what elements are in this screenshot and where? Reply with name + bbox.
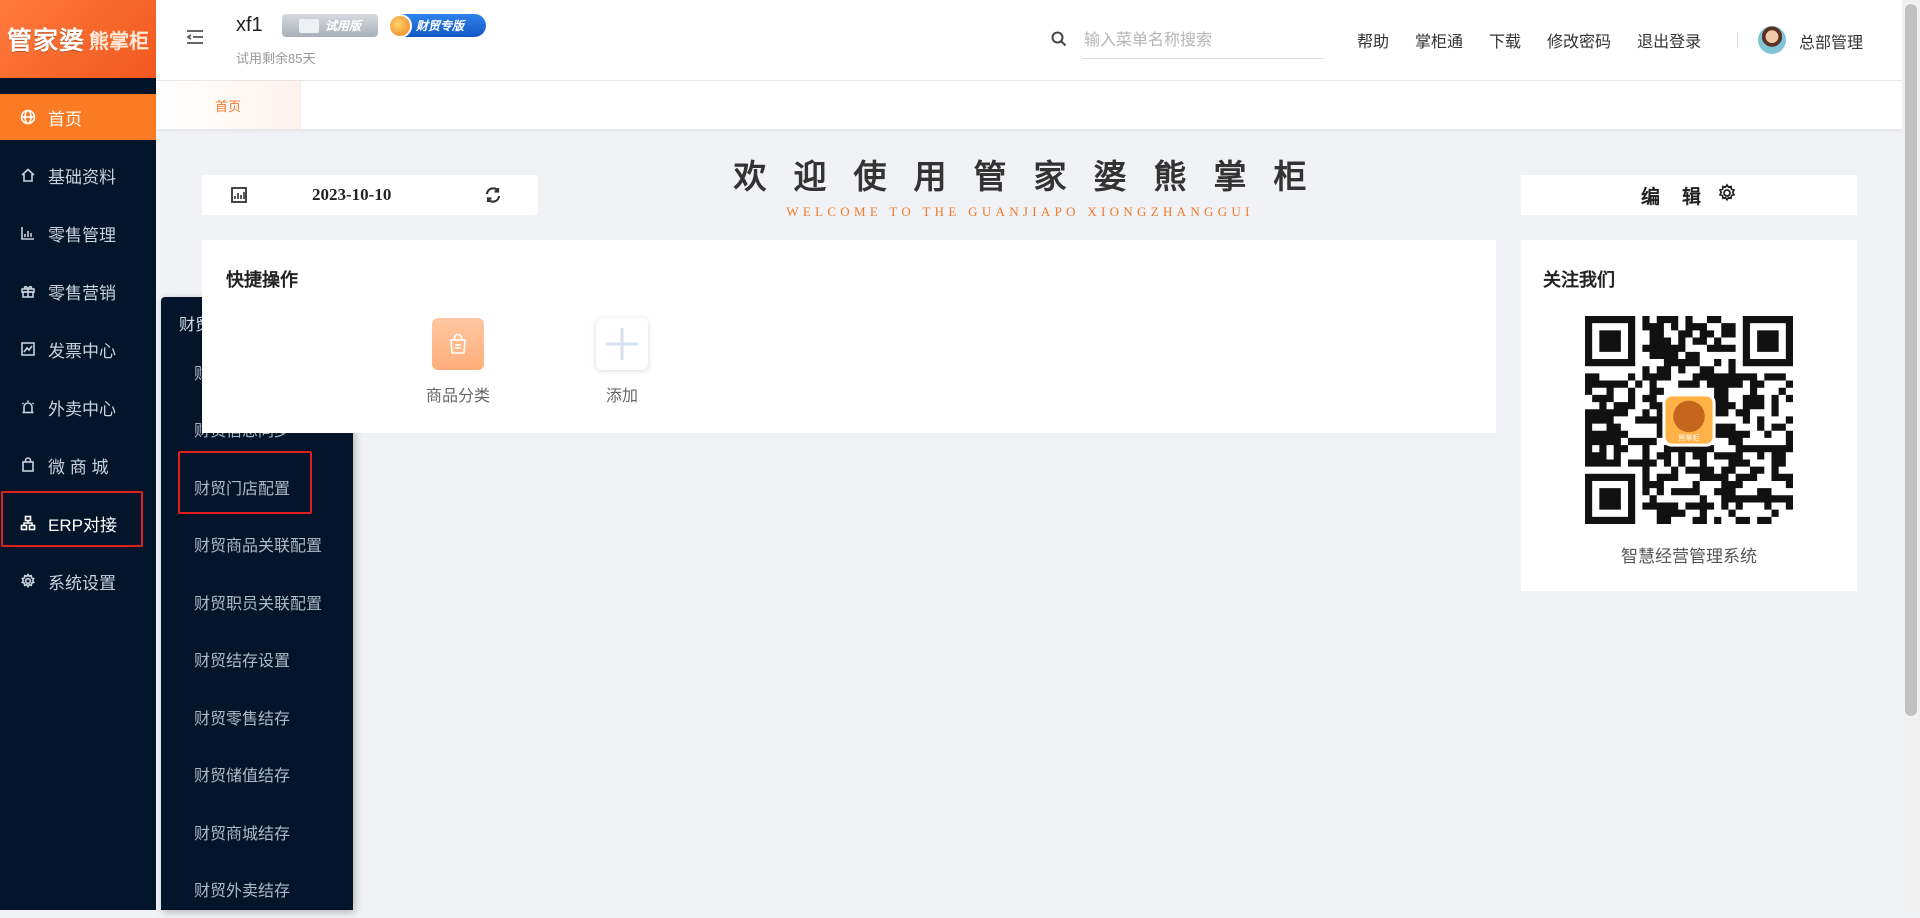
refresh-icon[interactable] <box>484 186 502 204</box>
submenu-item-retail-balance[interactable]: 财贸零售结存 <box>161 688 353 746</box>
page-scrollbar[interactable] <box>1902 0 1920 910</box>
quick-action-label: 添加 <box>580 382 664 406</box>
tab-home[interactable]: 首页 <box>156 81 301 129</box>
globe-badge-icon <box>388 14 412 38</box>
menu-toggle-icon[interactable] <box>184 26 206 48</box>
quick-action-label: 商品分类 <box>416 382 500 406</box>
qr-logo-label: 熊掌柜 <box>1679 433 1700 442</box>
avatar[interactable] <box>1758 26 1786 54</box>
header-links: 帮助 掌柜通 下载 修改密码 退出登录 <box>1357 28 1701 52</box>
submenu-item-product-mapping[interactable]: 财贸商品关联配置 <box>161 516 353 574</box>
gear-icon <box>18 571 38 591</box>
brand-name: 管家婆 <box>7 21 85 57</box>
help-link[interactable]: 帮助 <box>1357 28 1389 52</box>
edit-button[interactable]: 编辑 <box>1521 175 1857 215</box>
brand-logo[interactable]: 管家婆 熊掌柜 <box>0 0 156 78</box>
bag-icon <box>18 455 38 475</box>
scrollbar-thumb[interactable] <box>1905 4 1917 716</box>
sidebar-item-takeaway-center[interactable]: 外卖中心 <box>0 384 156 430</box>
trial-badge-label: 试用版 <box>325 17 361 34</box>
sidebar-item-basic-data[interactable]: 基础资料 <box>0 152 156 198</box>
sidebar-item-erp[interactable]: ERP对接 <box>0 500 156 546</box>
follow-us-card: 关注我们 熊掌柜 智慧经营管理系统 <box>1521 240 1857 591</box>
sidebar-item-system-settings[interactable]: 系统设置 <box>0 558 156 604</box>
sidebar-item-home[interactable]: 首页 <box>0 94 156 140</box>
logout-link[interactable]: 退出登录 <box>1637 28 1701 52</box>
submenu-item-takeaway-balance[interactable]: 财贸外卖结存 <box>161 861 353 918</box>
welcome-subtitle: WELCOME TO THE GUANJIAPO XIONGZHANGGUI <box>700 204 1340 220</box>
pro-badge-label: 财贸专版 <box>416 17 464 34</box>
top-header: xf1 试用版 财贸专版 试用剩余85天 帮助 掌柜通 下载 修改密码 退出登录… <box>156 0 1902 81</box>
follow-us-title: 关注我们 <box>1543 266 1615 292</box>
welcome-banner: 欢迎使用管家婆熊掌柜 WELCOME TO THE GUANJIAPO XION… <box>700 150 1340 220</box>
quick-action-product-category[interactable]: 商品分类 <box>416 318 500 406</box>
qr-code[interactable]: 熊掌柜 <box>1585 316 1793 524</box>
search-icon[interactable] <box>1050 30 1068 48</box>
welcome-title: 欢迎使用管家婆熊掌柜 <box>700 150 1367 198</box>
plus-icon <box>596 318 648 370</box>
chart-calendar-icon[interactable] <box>230 186 248 204</box>
zhangguitong-link[interactable]: 掌柜通 <box>1415 28 1463 52</box>
home-icon <box>18 165 38 185</box>
gear-icon <box>1717 183 1737 208</box>
globe-icon <box>18 107 38 127</box>
submenu-item-store-config[interactable]: 财贸门店配置 <box>161 458 353 516</box>
quick-actions-card: 快捷操作 商品分类 添加 <box>202 240 1496 433</box>
menu-search-input[interactable] <box>1082 24 1324 59</box>
quick-actions-title: 快捷操作 <box>226 266 298 292</box>
current-date[interactable]: 2023-10-10 <box>312 185 391 205</box>
trial-badge: 试用版 <box>282 14 378 37</box>
sidebar-item-retail-marketing[interactable]: 零售营销 <box>0 268 156 314</box>
sidebar-item-label: 基础资料 <box>48 163 116 188</box>
user-name[interactable]: 总部管理 <box>1799 29 1863 53</box>
sidebar-item-micro-mall[interactable]: 微 商 城 <box>0 442 156 488</box>
sidebar-item-label: 微 商 城 <box>48 453 108 478</box>
edit-label: 编辑 <box>1641 182 1723 209</box>
trend-chart-icon <box>18 339 38 359</box>
pro-edition-badge: 财贸专版 <box>390 14 486 37</box>
sidebar-nav: 首页 基础资料 零售管理 零售营销 发票中心 外卖中心 微 商 城 ERP对接 <box>0 94 156 604</box>
tabs-bar: 首页 <box>156 81 1902 129</box>
sidebar-item-label: 外卖中心 <box>48 395 116 420</box>
trial-remaining: 试用剩余85天 <box>236 48 315 67</box>
quick-action-add[interactable]: 添加 <box>580 318 664 406</box>
sidebar-item-retail-management[interactable]: 零售管理 <box>0 210 156 256</box>
bar-chart-icon <box>18 223 38 243</box>
alarm-icon <box>18 397 38 417</box>
sidebar-item-label: 零售管理 <box>48 221 116 246</box>
header-divider <box>1737 32 1738 48</box>
change-password-link[interactable]: 修改密码 <box>1547 28 1611 52</box>
submenu-item-stored-value-balance[interactable]: 财贸储值结存 <box>161 746 353 804</box>
sidebar-item-invoice-center[interactable]: 发票中心 <box>0 326 156 372</box>
download-link[interactable]: 下载 <box>1489 28 1521 52</box>
brand-subname: 熊掌柜 <box>89 25 149 54</box>
sidebar-item-label: 系统设置 <box>48 569 116 594</box>
sidebar-item-label: 首页 <box>48 105 82 130</box>
sidebar-item-label: 零售营销 <box>48 279 116 304</box>
shopping-bag-icon <box>432 318 484 370</box>
qr-caption: 智慧经营管理系统 <box>1521 542 1857 567</box>
company-name: xf1 <box>236 14 263 37</box>
date-card: 2023-10-10 <box>202 175 538 215</box>
submenu-item-balance-settings[interactable]: 财贸结存设置 <box>161 631 353 689</box>
sidebar-item-label: 发票中心 <box>48 337 116 362</box>
sidebar-item-label: ERP对接 <box>48 511 117 536</box>
submenu-item-staff-mapping[interactable]: 财贸职员关联配置 <box>161 573 353 631</box>
sitemap-icon <box>18 513 38 533</box>
gift-icon <box>18 281 38 301</box>
monitor-icon <box>299 19 319 33</box>
submenu-item-mall-balance[interactable]: 财贸商城结存 <box>161 803 353 861</box>
sidebar: 管家婆 熊掌柜 首页 基础资料 零售管理 零售营销 发票中心 外卖中心 <box>0 0 156 910</box>
